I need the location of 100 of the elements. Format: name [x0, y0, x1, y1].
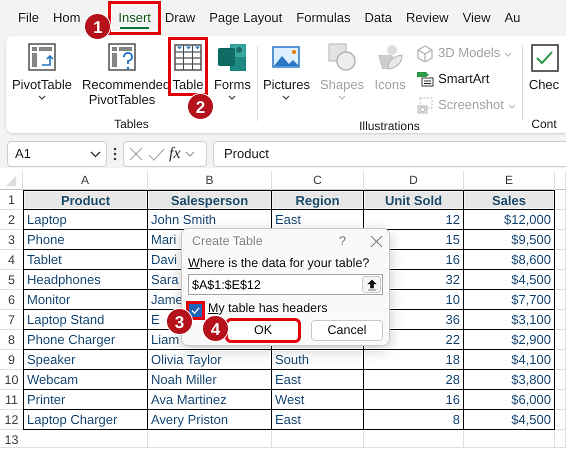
upload-icon [366, 278, 376, 290]
table-cell: $2,900 [464, 330, 555, 350]
ribbon-tab[interactable]: File [11, 4, 46, 32]
table-cell: 28 [364, 370, 464, 390]
row-header[interactable]: 10 [0, 370, 23, 390]
dropdown-icon [90, 150, 101, 158]
row-header[interactable]: 6 [0, 290, 23, 310]
name-box[interactable]: A1 [7, 141, 107, 167]
ribbon-tab[interactable]: Review [398, 4, 456, 32]
range-field[interactable]: $A$1:$E$12 [188, 274, 383, 295]
ribbon-tab[interactable]: Insert [111, 4, 158, 32]
table-cell [555, 330, 566, 350]
ribbon-tab[interactable]: Au [498, 4, 528, 32]
column-header[interactable]: A [23, 171, 148, 190]
collapse-button[interactable] [362, 276, 381, 293]
table-cell: 8 [364, 410, 464, 430]
table-cell [555, 230, 566, 250]
row-header[interactable]: 13 [0, 430, 23, 448]
table-cell: $4,500 [464, 270, 555, 290]
question-table-icon [106, 41, 138, 73]
table-cell [555, 350, 566, 370]
row-header[interactable]: 9 [0, 350, 23, 370]
ribbon-tab[interactable]: Draw [158, 4, 202, 32]
ribbon-button[interactable]: Table [170, 39, 206, 94]
table-cell: $7,700 [464, 290, 555, 310]
ribbon-button[interactable]: SmartArt [414, 67, 518, 91]
table-cell [555, 390, 566, 410]
column-header[interactable]: C [272, 171, 364, 190]
table-cell: Printer [23, 390, 148, 410]
checkbox[interactable] [188, 303, 203, 318]
close-icon[interactable] [370, 235, 383, 248]
dialog-button[interactable]: OK [227, 320, 299, 341]
dialog-title: Create Table [192, 233, 263, 250]
shapes-icon [326, 41, 358, 73]
ribbon-tab[interactable]: Page Layout [202, 4, 290, 32]
table-cell [555, 430, 566, 448]
group-label: Illustrations [359, 118, 420, 135]
cell-reference: A1 [15, 145, 31, 164]
table-cell: Laptop Charger [23, 410, 148, 430]
row-header[interactable]: 4 [0, 250, 23, 270]
table-cell: Avery Priston [148, 410, 272, 430]
table-cell: Webcam [23, 370, 148, 390]
header-cell: Salesperson [148, 190, 272, 210]
ribbon-button[interactable]: Forms [212, 39, 253, 102]
table-cell: $12,000 [464, 210, 555, 230]
group-label: Tables [114, 116, 149, 133]
table-cell: East [272, 370, 364, 390]
table-cell: South [272, 350, 364, 370]
header-cell: Unit Sold [364, 190, 464, 210]
row-header[interactable]: 12 [0, 410, 23, 430]
table-cell: Speaker [23, 350, 148, 370]
table-cell: Tablet [23, 250, 148, 270]
screenshot-icon [416, 96, 434, 114]
table-cell: 16 [364, 390, 464, 410]
row-header[interactable]: 11 [0, 390, 23, 410]
row-header[interactable]: 5 [0, 270, 23, 290]
table-cell: $8,600 [464, 250, 555, 270]
table-cell: $9,500 [464, 230, 555, 250]
smartart-icon [416, 70, 434, 88]
table-cell: Monitor [23, 290, 148, 310]
ribbon-button[interactable]: Chec [526, 39, 562, 94]
table-cell: West [272, 390, 364, 410]
cube-icon [416, 44, 434, 62]
group-label: Cont [531, 116, 557, 133]
column-header[interactable]: B [148, 171, 272, 190]
help-button[interactable]: ? [339, 232, 346, 251]
table-cell [555, 370, 566, 390]
table-cell: Ava Martinez [148, 390, 272, 410]
header-cell: Region [272, 190, 364, 210]
table-cell [555, 290, 566, 310]
row-header[interactable]: 7 [0, 310, 23, 330]
column-header[interactable]: D [364, 171, 464, 190]
table-cell: East [272, 410, 364, 430]
ribbon-button[interactable]: PivotTable [10, 39, 74, 102]
pivot-table-icon [26, 41, 58, 73]
table-cell: $6,000 [464, 390, 555, 410]
table-cell: $3,100 [464, 310, 555, 330]
header-cell: Product [23, 190, 148, 210]
table-cell [555, 410, 566, 430]
ribbon-tab[interactable]: View [456, 4, 498, 32]
table-cell: $4,500 [464, 410, 555, 430]
dropdown-icon [184, 151, 195, 157]
column-header[interactable]: E [464, 171, 555, 190]
table-cell [555, 250, 566, 270]
header-cell: Sales [464, 190, 555, 210]
table-cell [555, 310, 566, 330]
row-header[interactable]: 8 [0, 330, 23, 350]
row-header[interactable]: 2 [0, 210, 23, 230]
forms-icon [216, 41, 248, 73]
ribbon-button[interactable]: Pictures [261, 39, 312, 102]
table-cell: Phone [23, 230, 148, 250]
insert-function-button[interactable]: fx [169, 142, 181, 166]
formula-field[interactable]: Product [213, 141, 566, 167]
ribbon-tab[interactable]: Formulas [289, 4, 358, 32]
ribbon-tab[interactable]: Data [357, 4, 399, 32]
table-cell: Noah Miller [148, 370, 272, 390]
table-cell: 18 [364, 350, 464, 370]
dialog-button[interactable]: Cancel [311, 320, 383, 341]
row-header[interactable]: 3 [0, 230, 23, 250]
more-icon [113, 147, 117, 161]
